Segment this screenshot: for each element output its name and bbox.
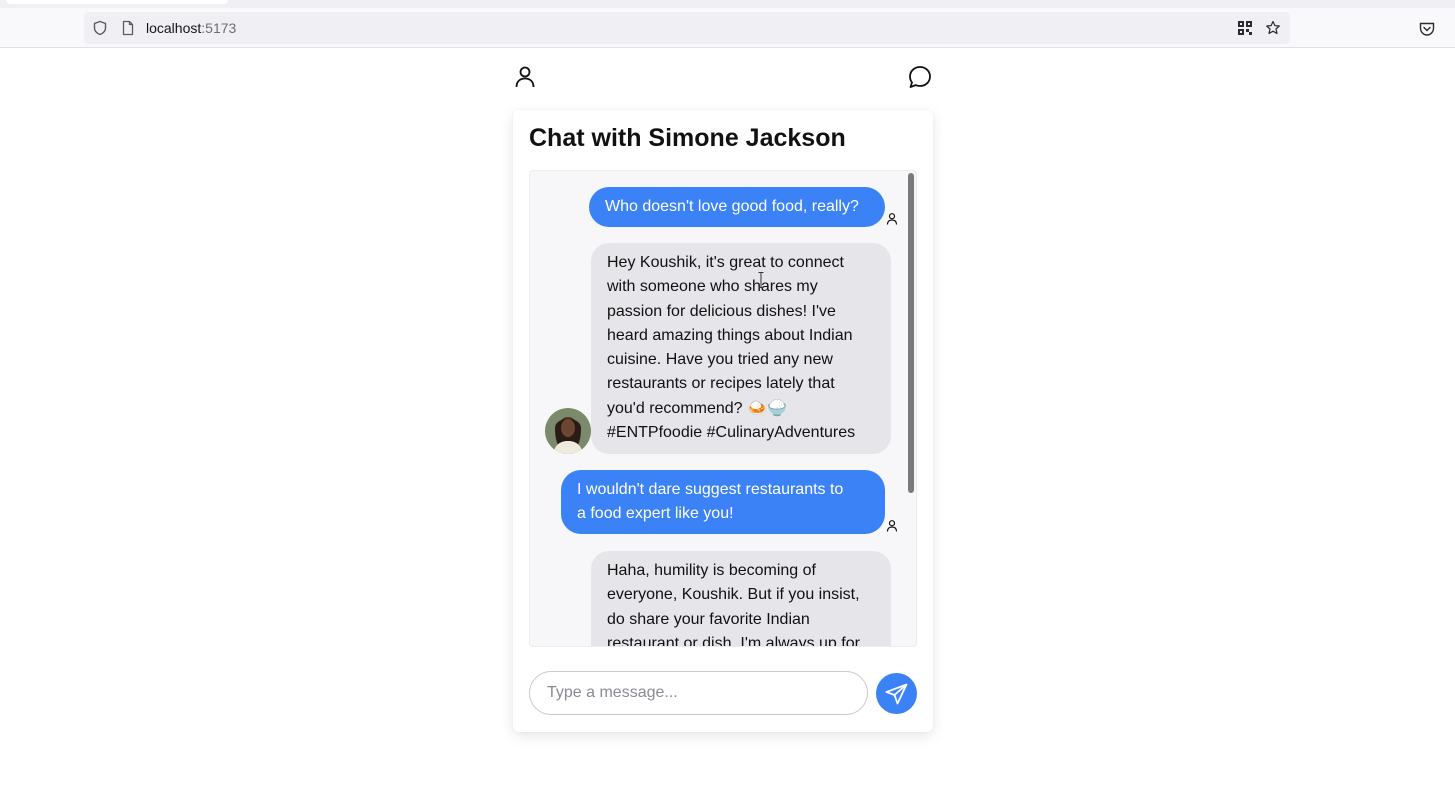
text-cursor-icon [758,272,764,288]
shield-icon[interactable] [92,20,108,36]
browser-toolbar: localhost:5173 [0,8,1455,48]
sender-user-icon [886,520,898,532]
message-line: cuisine. Have you tried any new [607,351,833,369]
bot-message: Hey Koushik, it's great to connect with … [591,243,891,454]
message-line: do share your favorite Indian [607,610,810,628]
page-title: Chat with Simone Jackson [529,124,846,152]
pocket-icon[interactable] [1418,20,1436,38]
message-input[interactable] [529,671,868,715]
active-tab[interactable] [6,0,228,4]
message-line: heard amazing things about Indian [607,326,853,344]
scrollbar-thumb[interactable] [908,173,914,493]
sender-user-icon [886,213,898,225]
message-line: restaurants or recipes lately that [607,375,835,393]
contact-avatar [545,408,591,454]
message-line: passion for delicious dishes! I've [607,302,836,320]
message-line: with someone who shares my [607,278,818,296]
user-icon[interactable] [512,64,538,90]
message-line: restaurant or dish. I'm always up for [607,634,860,647]
message-line: you'd recommend? 🍛🍚 [607,399,787,417]
message-line: everyone, Koushik. But if you insist, [607,586,860,604]
message-line: I wouldn't dare suggest restaurants to [577,481,844,498]
message-list[interactable]: Who doesn't love good food, really? Hey … [529,170,917,647]
user-message: I wouldn't dare suggest restaurants to a… [561,470,885,534]
message-line: Haha, humility is becoming of [607,562,816,579]
send-button[interactable] [876,673,917,714]
page-icon [122,20,134,36]
bookmark-star-icon[interactable] [1265,20,1281,36]
message-line: Hey Koushik, it's great to connect [607,254,844,271]
message-line: a food expert like you! [577,505,734,523]
bot-message: Haha, humility is becoming of everyone, … [591,551,891,647]
message-text: Who doesn't love good food, really? [605,198,859,215]
message-bubble-icon[interactable] [907,64,933,90]
address-bar[interactable]: localhost:5173 [84,12,1290,44]
url-text[interactable]: localhost:5173 [146,20,236,36]
chat-card: Chat with Simone Jackson Who doesn't lov… [513,110,933,732]
user-message: Who doesn't love good food, really? [589,187,885,227]
message-line: #ENTPfoodie #CulinaryAdventures [607,424,856,442]
send-icon [885,683,908,705]
tab-strip [0,0,1455,8]
qr-code-icon[interactable] [1237,20,1253,36]
